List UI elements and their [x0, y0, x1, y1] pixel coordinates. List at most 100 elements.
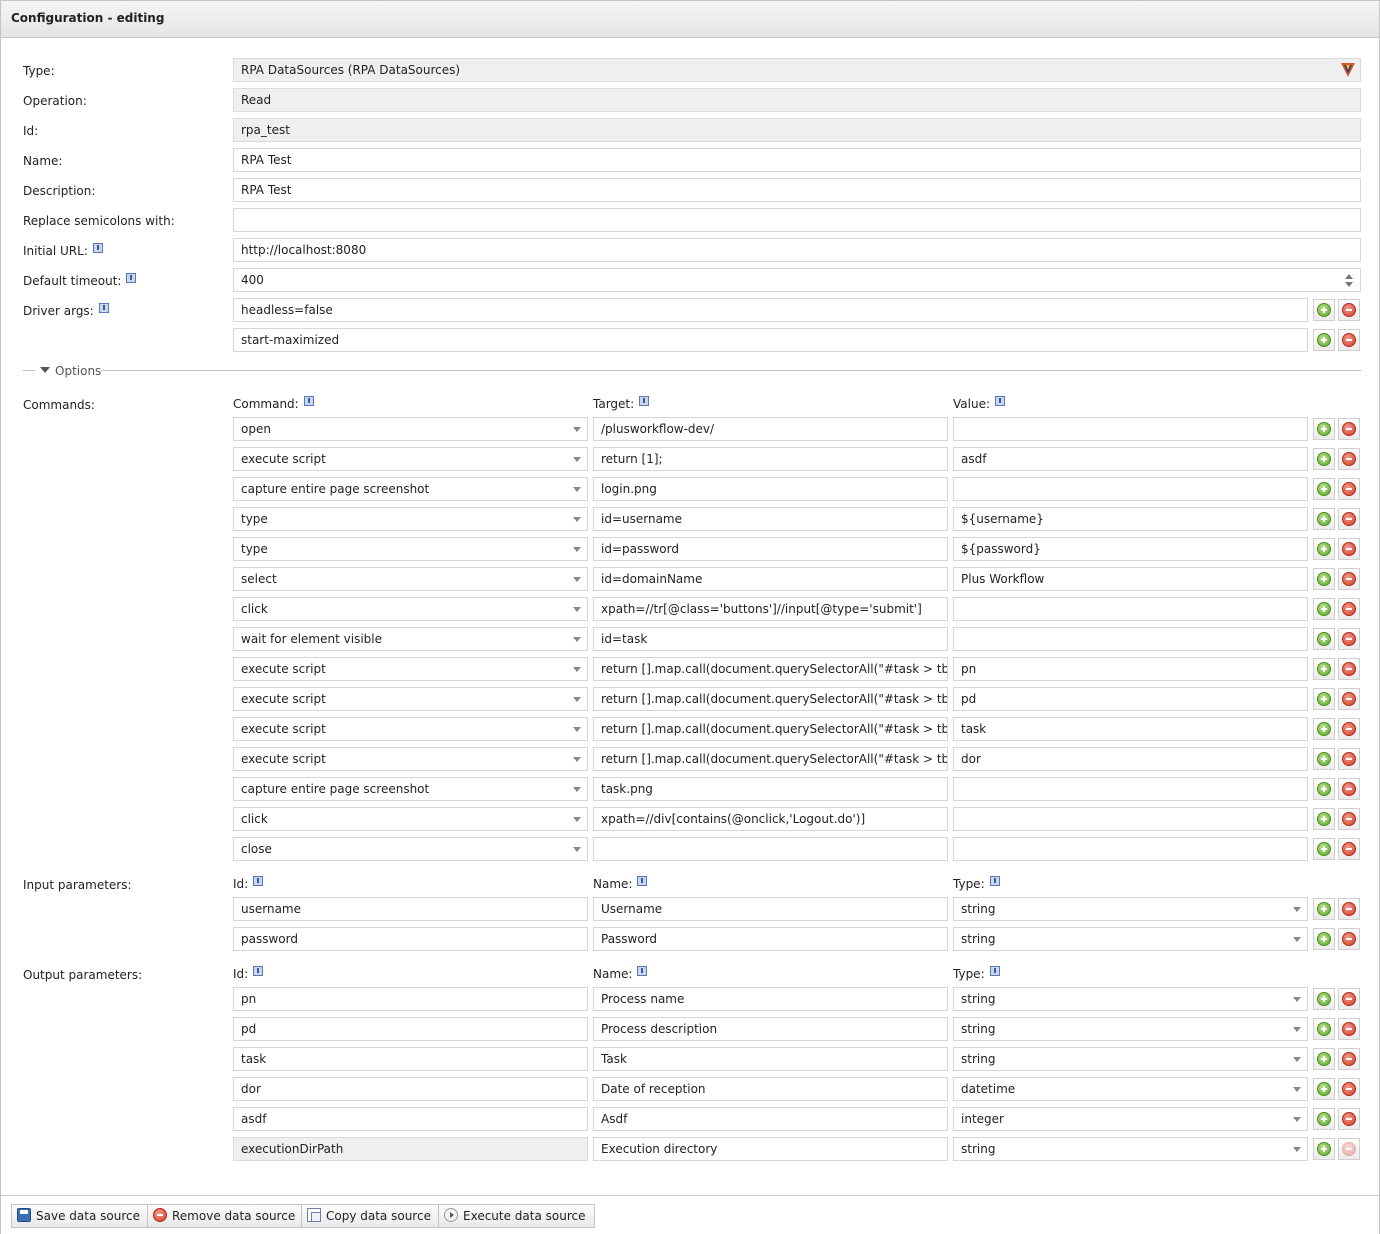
command-select[interactable]: execute script — [233, 657, 588, 681]
target-input[interactable]: return [].map.call(document.querySelecto… — [593, 657, 948, 681]
chevron-down-icon[interactable] — [573, 547, 581, 552]
output-param-id[interactable]: pd — [233, 1017, 588, 1041]
target-input[interactable]: task.png — [593, 777, 948, 801]
chevron-down-icon[interactable] — [573, 697, 581, 702]
add-row-button[interactable] — [1313, 1048, 1335, 1070]
remove-row-button[interactable] — [1338, 658, 1360, 680]
execute-data-source-button[interactable]: Execute data source — [438, 1204, 595, 1228]
remove-row-button[interactable] — [1338, 688, 1360, 710]
input-param-id[interactable]: password — [233, 927, 588, 951]
add-row-button[interactable] — [1313, 1138, 1335, 1160]
remove-row-button[interactable] — [1338, 1018, 1360, 1040]
target-input[interactable]: return [].map.call(document.querySelecto… — [593, 747, 948, 771]
add-row-button[interactable] — [1313, 448, 1335, 470]
remove-row-button[interactable] — [1338, 988, 1360, 1010]
output-param-type-select[interactable]: string — [953, 1017, 1308, 1041]
add-row-button[interactable] — [1313, 478, 1335, 500]
add-row-button[interactable] — [1313, 928, 1335, 950]
add-row-button[interactable] — [1313, 538, 1335, 560]
chevron-down-icon[interactable] — [1293, 1117, 1301, 1122]
value-input[interactable]: ${password} — [953, 537, 1308, 561]
output-param-id[interactable]: dor — [233, 1077, 588, 1101]
command-select[interactable]: execute script — [233, 447, 588, 471]
value-input[interactable]: dor — [953, 747, 1308, 771]
add-row-button[interactable] — [1313, 748, 1335, 770]
info-icon[interactable] — [253, 876, 264, 886]
chevron-down-icon[interactable] — [573, 427, 581, 432]
input-param-name[interactable]: Username — [593, 897, 948, 921]
info-icon[interactable] — [637, 876, 648, 886]
add-row-button[interactable] — [1313, 1018, 1335, 1040]
remove-row-button[interactable] — [1338, 838, 1360, 860]
add-row-button[interactable] — [1313, 688, 1335, 710]
chevron-down-icon[interactable] — [573, 607, 581, 612]
output-param-id[interactable]: task — [233, 1047, 588, 1071]
chevron-down-icon[interactable] — [573, 787, 581, 792]
remove-row-button[interactable] — [1338, 1108, 1360, 1130]
options-toggle[interactable]: Options — [55, 364, 101, 378]
info-icon[interactable] — [303, 396, 314, 406]
output-param-id[interactable]: pn — [233, 987, 588, 1011]
remove-row-button[interactable] — [1338, 448, 1360, 470]
remove-row-button[interactable] — [1338, 898, 1360, 920]
chevron-down-icon[interactable] — [1293, 1147, 1301, 1152]
info-icon[interactable] — [995, 396, 1005, 406]
command-select[interactable]: type — [233, 507, 588, 531]
remove-row-button[interactable] — [1338, 418, 1360, 440]
spinner-icon[interactable] — [1344, 272, 1354, 288]
command-select[interactable]: select — [233, 567, 588, 591]
add-row-button[interactable] — [1313, 658, 1335, 680]
target-input[interactable]: return [].map.call(document.querySelecto… — [593, 687, 948, 711]
remove-row-button[interactable] — [1338, 329, 1360, 351]
output-param-name[interactable]: Task — [593, 1047, 948, 1071]
command-select[interactable]: click — [233, 807, 588, 831]
chevron-down-icon[interactable] — [573, 517, 581, 522]
chevron-down-icon[interactable] — [573, 577, 581, 582]
output-param-name[interactable]: Process name — [593, 987, 948, 1011]
output-param-type-select[interactable]: string — [953, 987, 1308, 1011]
remove-row-button[interactable] — [1338, 508, 1360, 530]
command-select[interactable]: wait for element visible — [233, 627, 588, 651]
target-input[interactable]: /plusworkflow-dev/ — [593, 417, 948, 441]
output-param-type-select[interactable]: string — [953, 1047, 1308, 1071]
info-icon[interactable] — [989, 876, 1000, 886]
chevron-down-icon[interactable] — [1293, 1057, 1301, 1062]
output-param-type-select[interactable]: integer — [953, 1107, 1308, 1131]
command-select[interactable]: capture entire page screenshot — [233, 777, 588, 801]
output-param-name[interactable]: Asdf — [593, 1107, 948, 1131]
chevron-down-icon[interactable] — [573, 667, 581, 672]
add-row-button[interactable] — [1313, 898, 1335, 920]
add-row-button[interactable] — [1313, 568, 1335, 590]
info-icon[interactable] — [98, 303, 109, 313]
command-select[interactable]: execute script — [233, 687, 588, 711]
output-param-name[interactable]: Execution directory — [593, 1137, 948, 1161]
value-input[interactable]: task — [953, 717, 1308, 741]
add-row-button[interactable] — [1313, 1078, 1335, 1100]
chevron-down-icon[interactable] — [573, 817, 581, 822]
target-input[interactable]: id=password — [593, 537, 948, 561]
remove-row-button[interactable] — [1338, 598, 1360, 620]
output-param-type-select[interactable]: string — [953, 1137, 1308, 1161]
collapse-triangle-icon[interactable] — [40, 367, 50, 373]
remove-row-button[interactable] — [1338, 628, 1360, 650]
name-input[interactable]: RPA Test — [233, 148, 1361, 172]
target-input[interactable]: xpath=//tr[@class='buttons']//input[@typ… — [593, 597, 948, 621]
info-icon[interactable] — [989, 966, 1000, 976]
add-row-button[interactable] — [1313, 598, 1335, 620]
value-input[interactable]: pd — [953, 687, 1308, 711]
add-row-button[interactable] — [1313, 718, 1335, 740]
replace-semicolons-input[interactable] — [233, 208, 1361, 232]
driver-arg-input[interactable]: start-maximized — [233, 328, 1308, 352]
chevron-down-icon[interactable] — [1293, 937, 1301, 942]
value-input[interactable] — [953, 627, 1308, 651]
command-select[interactable]: open — [233, 417, 588, 441]
info-icon[interactable] — [253, 966, 264, 976]
remove-data-source-button[interactable]: Remove data source — [147, 1204, 305, 1228]
remove-row-button[interactable] — [1338, 928, 1360, 950]
command-select[interactable]: type — [233, 537, 588, 561]
remove-row-button[interactable] — [1338, 748, 1360, 770]
command-select[interactable]: execute script — [233, 747, 588, 771]
add-row-button[interactable] — [1313, 508, 1335, 530]
value-input[interactable]: ${username} — [953, 507, 1308, 531]
remove-row-button[interactable] — [1338, 808, 1360, 830]
